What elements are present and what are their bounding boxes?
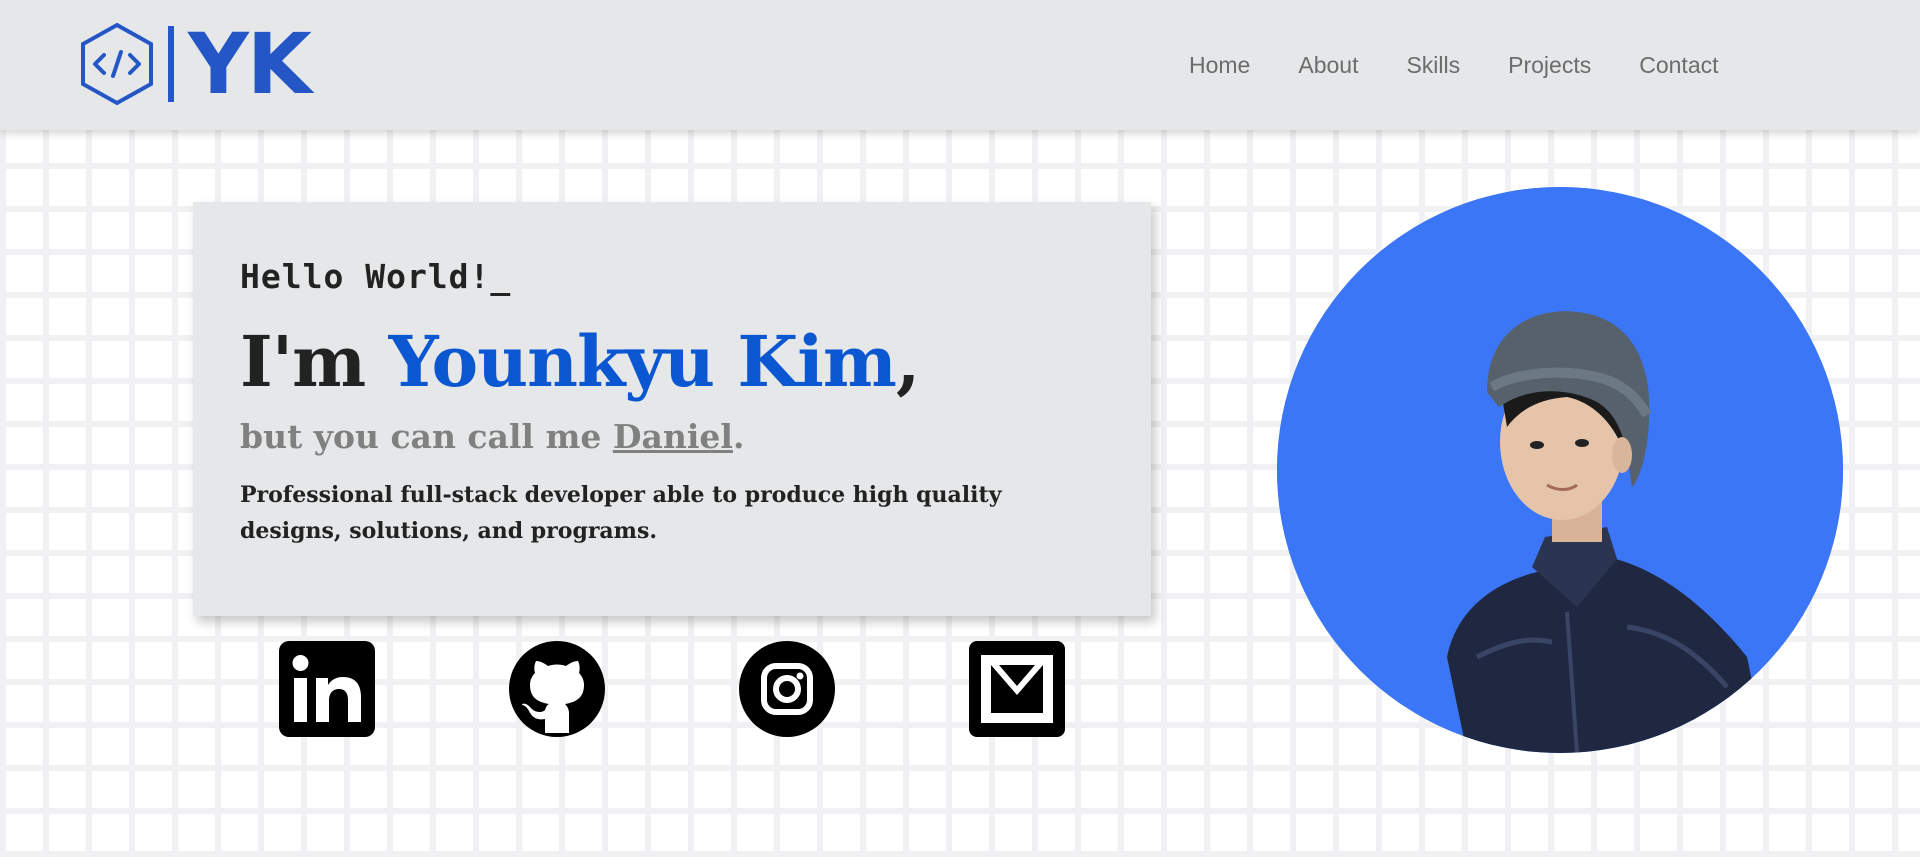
nav-projects[interactable]: Projects <box>1508 50 1591 80</box>
github-link[interactable] <box>509 641 605 737</box>
email-link[interactable] <box>969 641 1065 737</box>
linkedin-link[interactable] <box>279 641 375 737</box>
instagram-icon <box>739 641 835 737</box>
nickname-prefix: but you can call me <box>240 417 613 456</box>
intro-prefix: I'm <box>240 320 389 403</box>
instagram-link[interactable] <box>739 641 835 737</box>
intro-suffix: , <box>895 320 920 403</box>
nav-contact[interactable]: Contact <box>1639 50 1718 80</box>
intro-card: Hello World!_ I'm Younkyu Kim, but you c… <box>193 202 1151 616</box>
intro-description: Professional full-stack developer able t… <box>240 482 1002 544</box>
nickname-suffix: . <box>732 417 745 456</box>
logo-text: YK <box>188 15 312 113</box>
nickname-link[interactable]: Daniel <box>613 417 733 456</box>
logo-divider <box>168 26 174 102</box>
nav-skills[interactable]: Skills <box>1406 50 1460 80</box>
main-nav: Home About Skills Projects Contact <box>1189 50 1767 80</box>
nickname-line: but you can call me Daniel. <box>240 417 744 456</box>
full-name: Younkyu Kim <box>388 320 897 403</box>
nav-about[interactable]: About <box>1298 50 1358 80</box>
greeting-text: Hello World!_ <box>240 257 512 296</box>
email-icon <box>969 641 1065 737</box>
profile-photo <box>1277 187 1843 753</box>
code-hexagon-icon <box>81 22 153 106</box>
intro-headline: I'm Younkyu Kim, <box>240 320 920 403</box>
github-icon <box>509 641 605 737</box>
linkedin-icon <box>279 641 375 737</box>
person-portrait-illustration <box>1277 187 1843 753</box>
logo-home-link[interactable]: YK <box>80 15 312 113</box>
navbar: YK Home About Skills Projects Contact <box>0 0 1920 130</box>
nav-home[interactable]: Home <box>1189 50 1250 80</box>
